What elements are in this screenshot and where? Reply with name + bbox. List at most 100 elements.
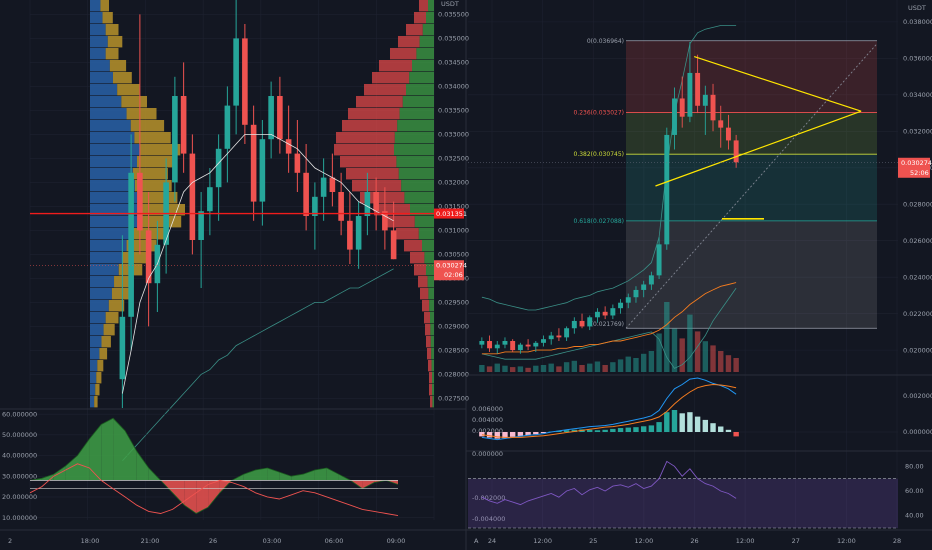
- right-price-tick: 0.032000: [903, 127, 932, 135]
- left-indicator-tick: 40.000000: [2, 452, 37, 460]
- left-volume-profile-bar-sell: [95, 384, 100, 396]
- left-volume-profile-bar-buy: [90, 132, 135, 144]
- right-volume-profile-bar-red: [426, 336, 431, 348]
- left-volume-profile-bar-buy: [90, 360, 98, 372]
- left-candle-body: [224, 105, 231, 149]
- right-volume-profile-bar-red: [428, 360, 432, 372]
- left-candle-body: [198, 211, 204, 240]
- left-candle-body: [259, 139, 266, 202]
- left-volume-profile-bar-buy: [90, 96, 122, 108]
- right-volume-profile-bar-green: [419, 36, 434, 48]
- left-volume-profile-bar-buy: [90, 0, 101, 12]
- left-candle-body: [390, 230, 397, 260]
- right-volume-profile-bar-red: [414, 264, 426, 276]
- left-volume-profile-bar-buy: [90, 312, 106, 324]
- left-volume-profile-bar-buy: [90, 288, 112, 300]
- macd-right-tick: 0.002000: [903, 392, 932, 400]
- left-volume-profile-bar-buy: [90, 240, 127, 252]
- right-volume-bar: [563, 362, 570, 372]
- left-candle-body: [207, 187, 213, 212]
- right-volume-bar: [679, 338, 685, 372]
- left-currency-label: USDT: [441, 0, 459, 8]
- left-volume-profile-bar-buy: [90, 384, 96, 396]
- right-time-tick: 26: [690, 537, 698, 545]
- left-volume-profile-bar-sell: [137, 156, 176, 168]
- right-volume-bar: [725, 355, 732, 372]
- right-candle-body: [548, 335, 554, 340]
- right-currency-label: USDT: [908, 4, 926, 12]
- right-volume-profile-bar-red: [398, 36, 420, 48]
- rsi-band: [468, 478, 898, 528]
- rsi-tick: 60.00: [905, 487, 924, 495]
- left-volume-profile-bar-sell: [94, 396, 98, 408]
- macd-histogram-bar: [617, 428, 624, 432]
- right-volume-bar: [733, 358, 739, 372]
- left-candle-body: [355, 216, 362, 250]
- right-volume-profile-bar-green: [426, 12, 434, 24]
- fib-level-label: 0.236(0.033027): [574, 110, 625, 117]
- macd-histogram-bar: [694, 416, 701, 432]
- left-volume-profile-bar-sell: [130, 120, 165, 132]
- right-volume-bar: [479, 365, 485, 372]
- right-volume-profile-bar-red: [429, 384, 432, 396]
- left-indicator-tick: 20.000000: [2, 493, 37, 501]
- left-volume-profile-bar-buy: [90, 252, 123, 264]
- left-indicator-tick: 50.000000: [2, 431, 37, 439]
- left-price-tick: 0.029000: [438, 323, 469, 331]
- macd-histogram-bar: [648, 425, 655, 432]
- right-volume-bar: [710, 345, 716, 372]
- macd-histogram-bar: [533, 432, 539, 435]
- fib-zone: [626, 154, 877, 221]
- right-volume-profile-bar-green: [414, 216, 434, 228]
- right-time-tick: 24: [488, 537, 496, 545]
- left-red-level-tag-text: 0.031351: [436, 210, 467, 218]
- left-indicator-tick: 30.000000: [2, 472, 37, 480]
- macd-histogram-bar: [517, 432, 524, 436]
- left-volume-profile-bar-buy: [90, 336, 102, 348]
- right-volume-profile-bar-red: [419, 0, 428, 12]
- right-price-tick: 0.024000: [903, 273, 932, 281]
- left-volume-profile-bar-sell: [101, 336, 111, 348]
- left-indicator-tick: 60.000000: [2, 410, 37, 418]
- left-volume-profile-bar-sell: [107, 36, 123, 48]
- right-volume-profile-bar-red: [364, 84, 406, 96]
- right-volume-bar: [517, 366, 524, 372]
- right-volume-profile-bar-green: [412, 60, 434, 72]
- left-price-tick: 0.034500: [438, 59, 469, 67]
- trading-chart: 0.035500 0.035000 0.034500 0.034000 0.033500…: [0, 0, 932, 550]
- left-time-tick: 03:00: [263, 537, 282, 545]
- right-volume-profile-bar-red: [348, 108, 400, 120]
- right-volume-bar: [687, 314, 693, 372]
- left-candle-body: [320, 177, 327, 197]
- left-volume-profile-bar-buy: [90, 180, 135, 192]
- right-volume-profile-bar-green: [427, 276, 434, 288]
- left-candle-body: [189, 153, 196, 240]
- right-volume-profile-bar-red: [410, 252, 425, 264]
- left-candle-body: [329, 177, 336, 192]
- right-candle-body: [602, 311, 608, 316]
- fib-level-label: 0(0.036964): [587, 38, 624, 45]
- left-volume-profile-bar-buy: [90, 48, 106, 60]
- right-volume-bar: [594, 361, 601, 372]
- right-candle-body: [541, 339, 546, 343]
- left-volume-profile-bar-sell: [105, 24, 119, 36]
- right-volume-profile-bar-red: [336, 132, 395, 144]
- macd-histogram-bar: [679, 413, 685, 432]
- right-candle-body: [625, 297, 631, 303]
- right-volume-profile-bar-red: [430, 396, 433, 408]
- right-candle-body: [525, 344, 531, 347]
- right-price-tick: 0.038000: [903, 18, 932, 26]
- macd-histogram-bar: [633, 427, 639, 432]
- right-time-tick: 12:00: [837, 537, 856, 545]
- right-volume-bar: [571, 360, 578, 372]
- right-time-tick: 12:00: [533, 537, 552, 545]
- left-volume-profile-bar-buy: [90, 12, 103, 24]
- right-volume-profile-bar-green: [432, 384, 434, 396]
- macd-histogram-bar: [671, 410, 678, 432]
- left-price-tick: 0.028500: [438, 347, 469, 355]
- left-volume-profile-bar-sell: [102, 12, 113, 24]
- left-volume-profile-bar-sell: [140, 216, 182, 228]
- right-price-tick: 0.022000: [903, 310, 932, 318]
- right-volume-profile-bar-red: [420, 288, 429, 300]
- right-volume-profile-bar-red: [422, 300, 430, 312]
